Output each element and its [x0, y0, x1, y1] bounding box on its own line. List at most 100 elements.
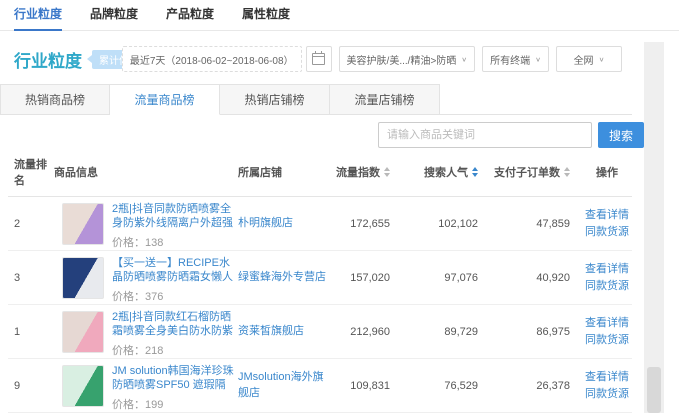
shop-cell: 资莱皙旗舰店 [238, 305, 330, 358]
page-header: 行业粒度 累计值 最近7天（2018-06-02~2018-06-08） 美容护… [0, 40, 679, 78]
action-cell: 查看详情 同款货源 [582, 359, 632, 412]
product-title-link[interactable]: 2瓶|抖音同款红石榴防晒霜喷雾全身美白防水防紫外线户外超强男女 [112, 310, 236, 339]
date-range-select[interactable]: 最近7天（2018-06-02~2018-06-08） [122, 46, 302, 72]
sort-icon[interactable] [384, 167, 390, 177]
rank-tab[interactable]: 热销商品榜 [0, 84, 110, 115]
product-thumbnail[interactable] [62, 257, 104, 299]
product-cell: 2瓶|抖音同款防晒喷雾全身防紫外线隔离户外超强防水男女学生 价格：138 [54, 197, 238, 250]
product-cell: 2瓶|抖音同款红石榴防晒霜喷雾全身美白防水防紫外线户外超强男女 价格：218 [54, 305, 238, 358]
column-header-label: 支付子订单数 [494, 164, 560, 180]
calendar-icon [312, 53, 325, 65]
paid-orders-cell: 47,859 [490, 197, 582, 250]
scrollbar-thumb[interactable] [647, 367, 661, 413]
top-nav-item-label: 行业粒度 [14, 7, 62, 21]
table-header: 流量排名 商品信息 所属店铺 流量指数 搜索人气 支付子订单数 操作 [8, 150, 632, 197]
product-price: 价格：199 [112, 396, 236, 412]
action-cell: 查看详情 同款货源 [582, 197, 632, 250]
rank-cell: 2 [8, 197, 54, 250]
top-nav-item[interactable]: 行业粒度 [14, 0, 62, 31]
calendar-button[interactable] [306, 46, 332, 72]
ranking-table: 流量排名 商品信息 所属店铺 流量指数 搜索人气 支付子订单数 操作 2 2瓶|… [8, 150, 632, 413]
search-popularity-cell: 76,529 [402, 359, 490, 412]
paid-orders-cell: 26,378 [490, 359, 582, 412]
product-thumbnail[interactable] [62, 365, 104, 407]
view-detail-link[interactable]: 查看详情 [585, 315, 629, 332]
rank-tab[interactable]: 流量店铺榜 [330, 84, 440, 115]
product-info: 2瓶|抖音同款红石榴防晒霜喷雾全身美白防水防紫外线户外超强男女 价格：218 [112, 310, 236, 358]
product-title-link[interactable]: JM solution韩国海洋珍珠防晒喷雾SPF50 遮瑕隔离 全身防水180m… [112, 364, 236, 393]
shop-link[interactable]: 资莱皙旗舰店 [238, 324, 304, 339]
product-thumbnail[interactable] [62, 311, 104, 353]
rank-tab-label: 流量商品榜 [134, 93, 194, 107]
shop-link[interactable]: 朴明旗舰店 [238, 216, 293, 231]
product-title-link[interactable]: 【买一送一】RECIPE水晶防晒喷雾防晒霜女懒人spf50防水户外超强 [112, 256, 236, 285]
top-nav-item-label: 品牌粒度 [90, 7, 138, 21]
table-row: 3 【买一送一】RECIPE水晶防晒喷雾防晒霜女懒人spf50防水户外超强 价格… [8, 251, 632, 305]
column-header-label: 流量指数 [336, 164, 380, 180]
product-price: 价格：138 [112, 234, 236, 250]
product-info: JM solution韩国海洋珍珠防晒喷雾SPF50 遮瑕隔离 全身防水180m… [112, 364, 236, 412]
product-thumbnail[interactable] [62, 203, 104, 245]
column-header-label: 搜索人气 [424, 164, 468, 180]
column-header-label: 操作 [596, 164, 618, 180]
product-info: 【买一送一】RECIPE水晶防晒喷雾防晒霜女懒人spf50防水户外超强 价格：3… [112, 256, 236, 304]
sort-icon[interactable] [564, 167, 570, 177]
search-popularity-cell: 97,076 [402, 251, 490, 304]
rank-tab[interactable]: 热销店铺榜 [220, 84, 330, 115]
terminal-select-label: 所有终端 [490, 52, 530, 67]
search-popularity-cell: 102,102 [402, 197, 490, 250]
sort-icon[interactable] [472, 167, 478, 177]
same-source-link[interactable]: 同款货源 [585, 278, 629, 295]
search-button[interactable]: 搜索 [598, 122, 644, 148]
rank-cell: 3 [8, 251, 54, 304]
top-nav-item[interactable]: 品牌粒度 [90, 0, 138, 31]
filter-bar: 最近7天（2018-06-02~2018-06-08） 美容护肤/美.../精油… [122, 46, 622, 72]
table-row: 1 2瓶|抖音同款红石榴防晒霜喷雾全身美白防水防紫外线户外超强男女 价格：218… [8, 305, 632, 359]
paid-orders-cell: 86,975 [490, 305, 582, 358]
same-source-link[interactable]: 同款货源 [585, 386, 629, 403]
scope-select[interactable]: 全网 ∨ [556, 46, 622, 72]
scrollbar-track[interactable] [644, 42, 664, 413]
search-popularity-cell: 89,729 [402, 305, 490, 358]
top-nav-item-label: 属性粒度 [242, 7, 290, 21]
traffic-index-cell: 172,655 [330, 197, 402, 250]
view-detail-link[interactable]: 查看详情 [585, 207, 629, 224]
top-nav-item[interactable]: 产品粒度 [166, 0, 214, 31]
top-nav-item[interactable]: 属性粒度 [242, 0, 290, 31]
terminal-select[interactable]: 所有终端 ∨ [482, 46, 549, 72]
traffic-index-cell: 109,831 [330, 359, 402, 412]
product-cell: JM solution韩国海洋珍珠防晒喷雾SPF50 遮瑕隔离 全身防水180m… [54, 359, 238, 412]
shop-cell: JMsolution海外旗舰店 [238, 359, 330, 412]
rank-tab[interactable]: 流量商品榜 [110, 84, 220, 115]
product-title-link[interactable]: 2瓶|抖音同款防晒喷雾全身防紫外线隔离户外超强防水男女学生 [112, 202, 236, 231]
page-title: 行业粒度 [14, 47, 82, 72]
shop-cell: 绿蜜蜂海外专营店 [238, 251, 330, 304]
rank-tab-label: 热销店铺榜 [244, 93, 304, 107]
paid-orders-cell: 40,920 [490, 251, 582, 304]
category-select-label: 美容护肤/美.../精油>防晒 [347, 52, 457, 67]
column-header[interactable]: 搜索人气 [402, 150, 490, 196]
same-source-link[interactable]: 同款货源 [585, 224, 629, 241]
search-row: 搜索 [0, 122, 632, 149]
rank-tab-label: 流量店铺榜 [354, 93, 414, 107]
table-row: 9 JM solution韩国海洋珍珠防晒喷雾SPF50 遮瑕隔离 全身防水18… [8, 359, 632, 413]
rank-tab-bar: 热销商品榜 流量商品榜 热销店铺榜 流量店铺榜 [0, 84, 632, 115]
search-input[interactable] [378, 122, 592, 148]
table-body: 2 2瓶|抖音同款防晒喷雾全身防紫外线隔离户外超强防水男女学生 价格：138 朴… [8, 197, 632, 413]
same-source-link[interactable]: 同款货源 [585, 332, 629, 349]
action-cell: 查看详情 同款货源 [582, 305, 632, 358]
view-detail-link[interactable]: 查看详情 [585, 369, 629, 386]
rank-tab-label: 热销商品榜 [25, 93, 85, 107]
table-row: 2 2瓶|抖音同款防晒喷雾全身防紫外线隔离户外超强防水男女学生 价格：138 朴… [8, 197, 632, 251]
rank-cell: 1 [8, 305, 54, 358]
column-header[interactable]: 支付子订单数 [490, 150, 582, 196]
category-select[interactable]: 美容护肤/美.../精油>防晒 ∨ [339, 46, 476, 72]
rank-cell: 9 [8, 359, 54, 412]
product-price: 价格：376 [112, 288, 236, 304]
column-header[interactable]: 流量指数 [330, 150, 402, 196]
shop-link[interactable]: 绿蜜蜂海外专营店 [238, 270, 326, 285]
shop-link[interactable]: JMsolution海外旗舰店 [238, 370, 330, 401]
column-header-label: 所属店铺 [238, 164, 282, 180]
view-detail-link[interactable]: 查看详情 [585, 261, 629, 278]
chevron-down-icon: ∨ [599, 55, 605, 62]
